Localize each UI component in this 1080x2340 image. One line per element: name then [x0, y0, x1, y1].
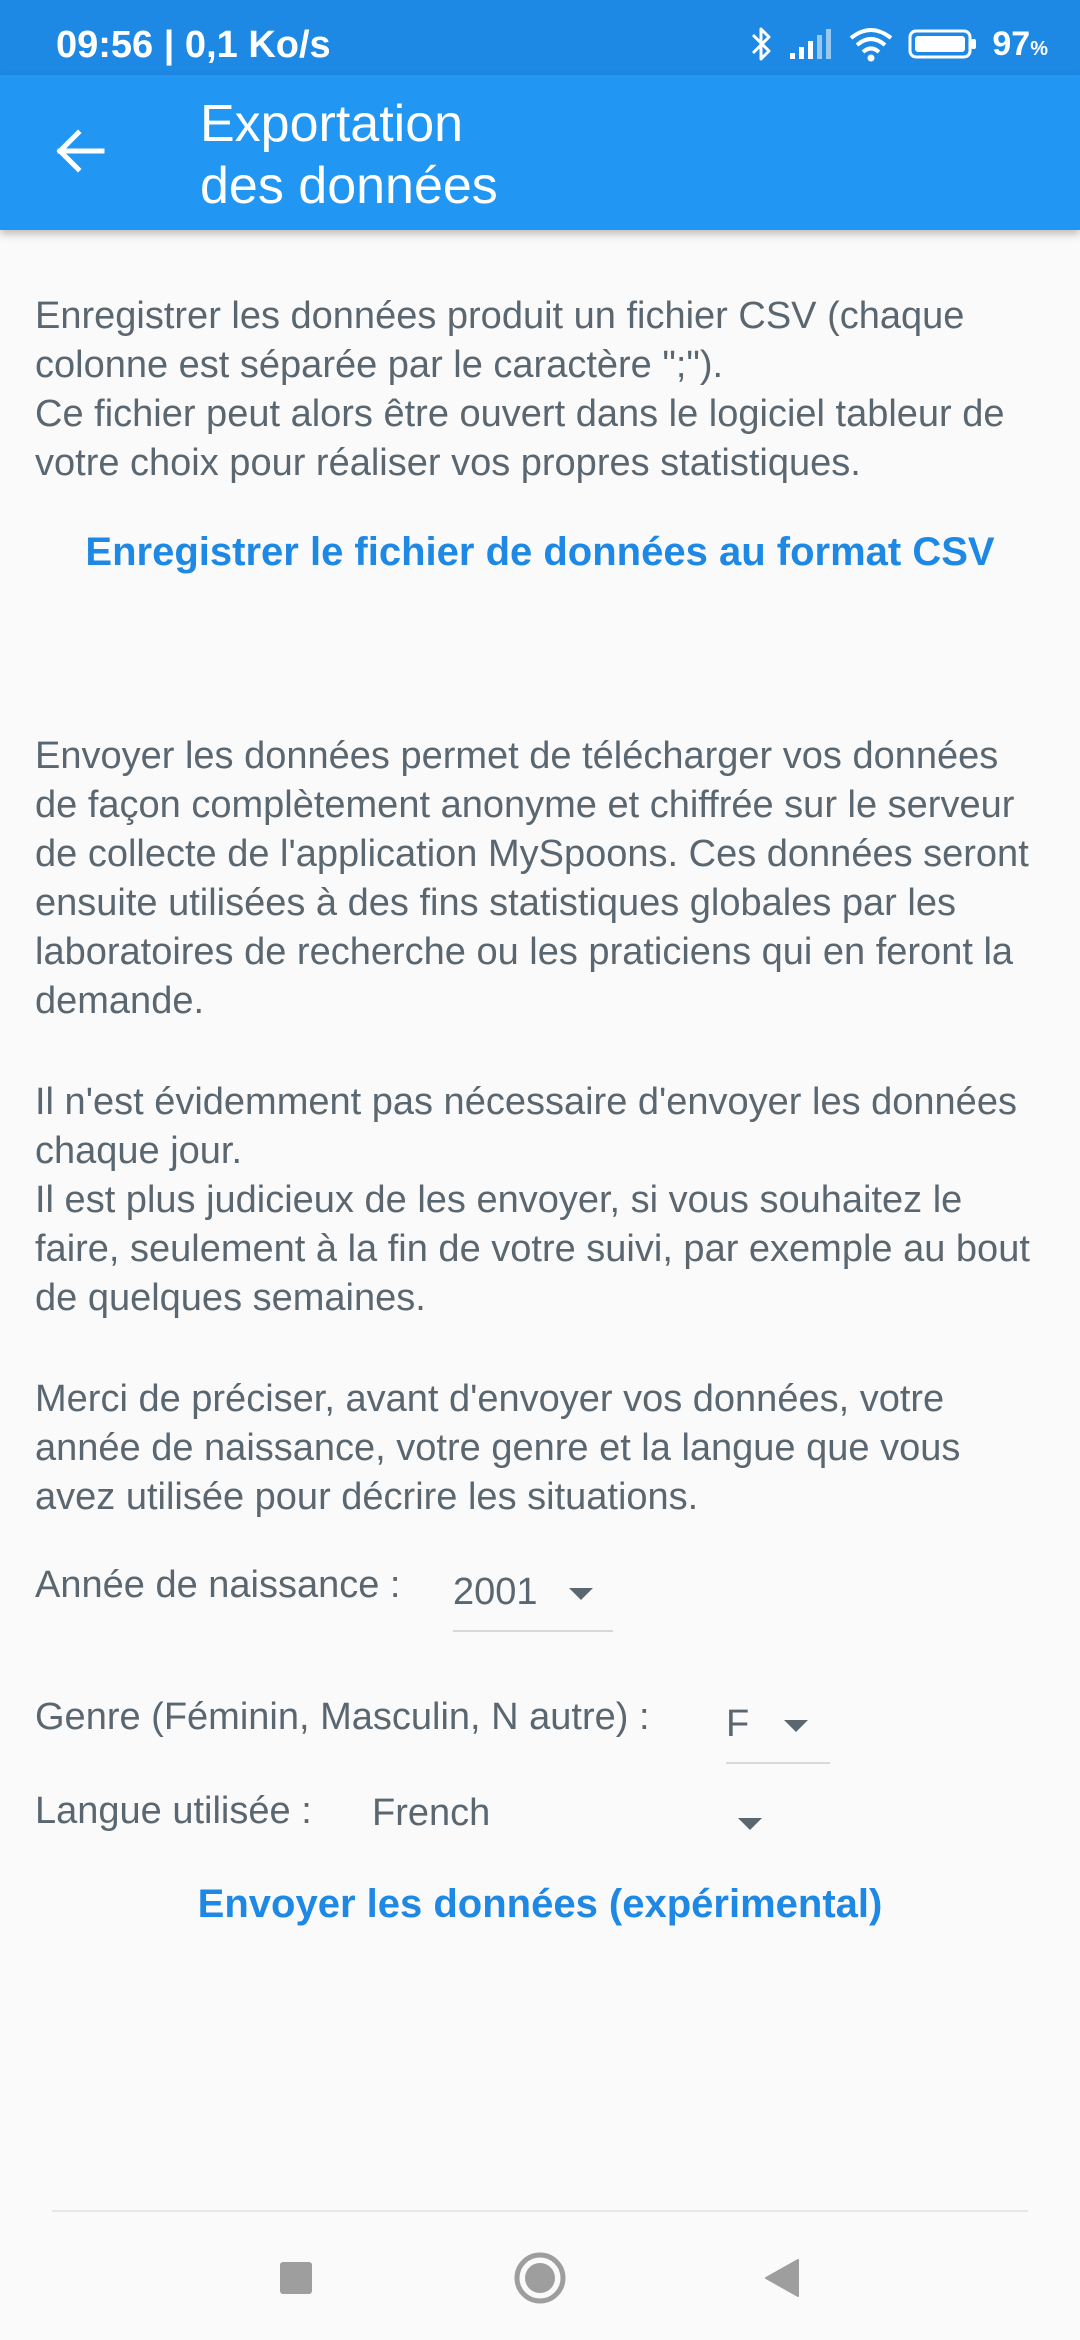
language-select[interactable]: French — [372, 1778, 772, 1848]
gender-label: Genre (Féminin, Masculin, N autre) : — [35, 1696, 650, 1738]
birth-year-select[interactable]: 2001 — [453, 1552, 613, 1632]
send-description: Envoyer les données permet de télécharge… — [35, 735, 1029, 1022]
signal-icon — [788, 27, 834, 61]
home-circle-icon — [513, 2251, 567, 2310]
status-icons: 97% — [750, 22, 1048, 66]
chevron-down-icon — [569, 1588, 593, 1600]
status-time: 09:56 | 0,1 Ko/s — [56, 24, 331, 66]
bluetooth-icon — [750, 25, 774, 63]
page-title: Exportation des données — [200, 95, 498, 215]
back-nav-button[interactable] — [752, 2250, 812, 2310]
system-nav-bar — [0, 2212, 1080, 2340]
recents-square-icon — [279, 2261, 313, 2300]
recents-button[interactable] — [266, 2250, 326, 2310]
arrow-left-icon — [54, 128, 106, 178]
save-csv-link[interactable]: Enregistrer le fichier de données au for… — [0, 530, 1080, 575]
wifi-icon — [848, 26, 894, 62]
send-instructions: Merci de préciser, avant d'envoyer vos d… — [35, 1378, 961, 1518]
gender-select[interactable]: F — [726, 1684, 830, 1764]
app-bar: Exportation des données — [0, 75, 1080, 230]
back-button[interactable] — [40, 113, 120, 193]
status-bar: 09:56 | 0,1 Ko/s 97% — [0, 0, 1080, 75]
battery-percent: 97% — [992, 24, 1048, 63]
language-label: Langue utilisée : — [35, 1790, 312, 1832]
send-frequency-note: Il n'est évidemment pas nécessaire d'env… — [35, 1081, 1030, 1319]
csv-description: Enregistrer les données produit un fichi… — [35, 295, 1005, 484]
birth-year-label: Année de naissance : — [35, 1564, 401, 1606]
home-button[interactable] — [510, 2250, 570, 2310]
send-data-button[interactable]: Envoyer les données (expérimental) — [0, 1882, 1080, 1927]
language-value: French — [372, 1791, 491, 1834]
gender-value: F — [726, 1702, 750, 1745]
back-triangle-icon — [764, 2258, 800, 2303]
chevron-down-icon — [738, 1818, 762, 1830]
birth-year-value: 2001 — [453, 1570, 538, 1613]
chevron-down-icon — [784, 1720, 808, 1732]
battery-icon — [908, 27, 978, 61]
